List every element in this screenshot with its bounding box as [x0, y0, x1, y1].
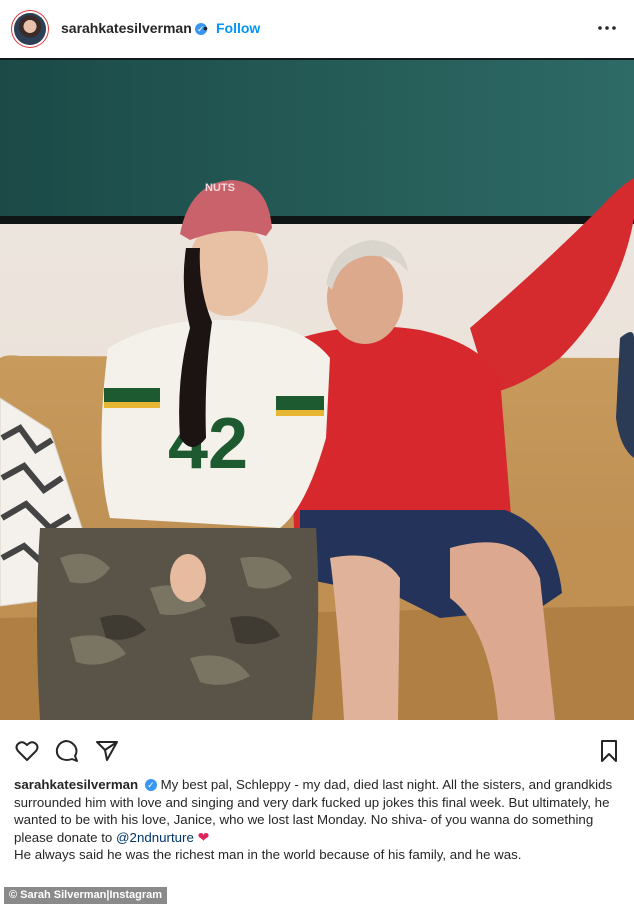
- bookmark-icon[interactable]: [596, 738, 622, 764]
- avatar[interactable]: [14, 13, 46, 45]
- verified-badge-icon: ✓: [144, 779, 157, 791]
- caption-text-2: He always said he was the richest man in…: [14, 847, 522, 862]
- post-header: sarahkatesilverman ✓ • Follow: [0, 0, 634, 59]
- follow-button[interactable]: Follow: [216, 20, 260, 36]
- separator-dot: •: [203, 20, 208, 36]
- photo-credit: © Sarah Silverman|Instagram: [4, 887, 168, 904]
- username-text[interactable]: sarahkatesilverman: [61, 20, 192, 36]
- post-actions: [0, 722, 634, 774]
- post-photo[interactable]: 42 NUTS: [0, 58, 634, 720]
- comment-icon[interactable]: [54, 738, 80, 764]
- heart-emoji: ❤: [197, 828, 210, 845]
- cap-text: NUTS: [205, 182, 235, 194]
- caption-username[interactable]: sarahkatesilverman: [14, 777, 138, 792]
- mention-link[interactable]: @2ndnurture: [116, 830, 194, 845]
- more-options-icon[interactable]: [596, 17, 618, 39]
- send-icon[interactable]: [94, 738, 120, 764]
- photo-illustration: 42 NUTS: [0, 58, 634, 720]
- heart-icon[interactable]: [14, 738, 40, 764]
- post-caption: sarahkatesilverman ✓ My best pal, Schlep…: [14, 776, 620, 864]
- header-username[interactable]: sarahkatesilverman ✓: [61, 20, 207, 36]
